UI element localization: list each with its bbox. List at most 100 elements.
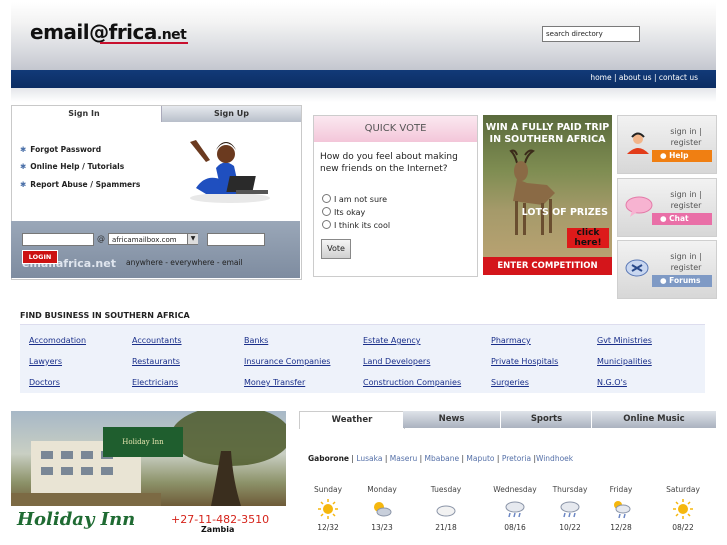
city-link[interactable]: Mbabane [425,454,460,463]
holiday-inn-ad[interactable]: Holiday Inn Holiday Inn +27-11-482-3510 … [11,411,286,545]
report-abuse-link[interactable]: ✱ Report Abuse / Spammers [20,180,140,189]
tab-online-music[interactable]: Online Music [591,411,716,428]
username-input[interactable] [22,233,94,246]
biz-link[interactable]: Construction Companies [363,378,461,387]
enter-competition-button[interactable]: ENTER COMPETITION [483,257,612,275]
forecast-day: Sunday 12/32 [303,485,353,532]
nav-links: home | about us | contact us [590,73,698,82]
online-help-link[interactable]: ✱ Online Help / Tutorials [20,162,124,171]
tag-label: Forums [669,276,701,285]
chat-tag[interactable]: ● Chat [652,213,712,225]
bullet-icon: ✱ [20,162,27,171]
tab-sports[interactable]: Sports [500,411,592,428]
city-link[interactable]: Maputo [466,454,494,463]
sign-in-link[interactable]: sign in | [670,190,702,199]
day-name: Friday [609,485,633,494]
at-sign: @ [97,234,105,243]
tab-weather[interactable]: Weather [299,411,405,429]
forums-tag[interactable]: ● Forums [652,275,712,287]
biz-link[interactable]: Accomodation [29,336,86,345]
site-logo[interactable]: email@frica.net [30,20,187,44]
trip-headline: WIN A FULLY PAID TRIP IN SOUTHERN AFRICA [483,122,612,146]
radio-icon[interactable] [322,194,331,203]
nav-contact-link[interactable]: contact us [659,73,698,82]
nav-home-link[interactable]: home [590,73,611,82]
biz-link[interactable]: Gvt Ministries [597,336,652,345]
city-link[interactable]: Lusaka [356,454,382,463]
biz-link[interactable]: Accountants [132,336,182,345]
forums-box[interactable]: sign in | register ● Forums [617,240,717,299]
tag-label: Chat [669,214,689,223]
password-input[interactable] [207,233,265,246]
tagline: anywhere - everywhere - email [126,258,243,267]
biz-link[interactable]: Lawyers [29,357,62,366]
hotel-country: Zambia [201,525,235,534]
tab-sign-in[interactable]: Sign In [12,106,156,122]
tab-news[interactable]: News [403,411,500,428]
biz-link[interactable]: Doctors [29,378,60,387]
nav-about-link[interactable]: about us [619,73,652,82]
city-link[interactable]: Pretoria [502,454,531,463]
trip-headline-1: WIN A FULLY PAID TRIP [485,122,610,133]
biz-link[interactable]: Land Developers [363,357,430,366]
radio-icon[interactable] [322,220,331,229]
help-box[interactable]: sign in | register ● Help [617,115,717,174]
help-tag[interactable]: ● Help [652,150,712,162]
biz-link[interactable]: N.G.O's [597,378,627,387]
option-label: I think its cool [334,221,391,230]
vote-button[interactable]: Vote [321,239,351,259]
chat-box[interactable]: sign in | register ● Chat [617,178,717,237]
city-link[interactable]: Windhoek [536,454,573,463]
tag-label: Help [669,151,689,160]
click-here-badge[interactable]: click here! [567,228,609,248]
option-label: Its okay [334,208,366,217]
biz-link[interactable]: Banks [244,336,268,345]
sun-icon [303,499,353,521]
vote-option-okay[interactable]: Its okay [322,207,365,217]
search-directory-input[interactable] [542,26,640,42]
logo-tld: .net [156,27,187,43]
sub-bar [11,88,716,102]
register-link[interactable]: register [671,201,702,210]
hotel-sign: Holiday Inn [103,427,183,457]
trip-competition-ad[interactable]: WIN A FULLY PAID TRIP IN SOUTHERN AFRICA … [483,115,612,275]
register-link[interactable]: register [671,138,702,147]
city-selected[interactable]: Gaborone [308,454,349,463]
sign-in-link[interactable]: sign in | [670,127,702,136]
biz-link[interactable]: Private Hospitals [491,357,558,366]
sign-in-link[interactable]: sign in | [670,252,702,261]
domain-select[interactable]: africamailbox.com [108,233,198,245]
bullet-icon: ✱ [20,180,27,189]
business-title: FIND BUSINESS IN SOUTHERN AFRICA [20,311,190,320]
click-text: click [576,228,600,238]
city-link[interactable]: Maseru [390,454,417,463]
bullet-icon: ✱ [20,145,27,154]
biz-link[interactable]: Surgeries [491,378,529,387]
day-name: Saturday [666,485,700,494]
chevron-down-icon[interactable]: ▼ [187,234,198,244]
register-link[interactable]: register [671,263,702,272]
woman-laptop-illustration [190,140,270,203]
biz-link[interactable]: Municipalities [597,357,652,366]
vote-option-not-sure[interactable]: I am not sure [322,194,387,204]
tab-sign-up[interactable]: Sign Up [161,106,301,122]
radio-icon[interactable] [322,207,331,216]
biz-link[interactable]: Money Transfer [244,378,305,387]
biz-link[interactable]: Restaurants [132,357,180,366]
biz-link[interactable]: Estate Agency [363,336,421,345]
day-temp: 12/32 [317,523,339,532]
biz-link[interactable]: Electricians [132,378,178,387]
link-label: Report Abuse / Spammers [30,180,141,189]
day-temp: 21/18 [435,523,457,532]
link-label: Forgot Password [30,145,102,154]
sun-icon [658,499,708,521]
city-list: Gaborone | Lusaka | Maseru | Mbabane | M… [308,454,574,463]
biz-link[interactable]: Pharmacy [491,336,531,345]
vote-title: QUICK VOTE [314,116,477,142]
biz-link[interactable]: Insurance Companies [244,357,330,366]
vote-option-cool[interactable]: I think its cool [322,220,390,230]
tree-illustration [171,411,286,506]
login-button[interactable]: LOGIN [22,250,58,264]
day-temp: 12/28 [610,523,632,532]
forgot-password-link[interactable]: ✱ Forgot Password [20,145,101,154]
